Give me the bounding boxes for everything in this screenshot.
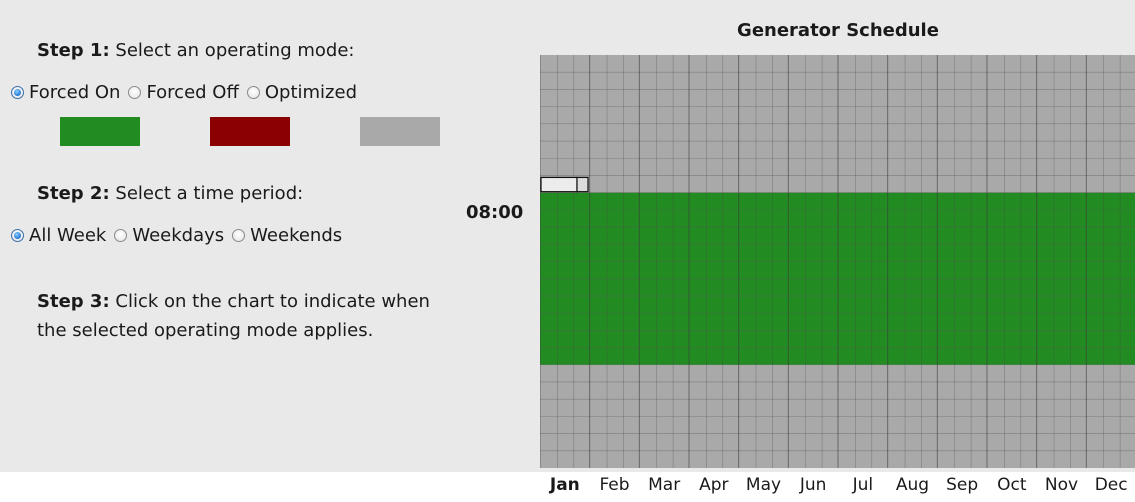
mode-forced-on-label[interactable]: Forced On — [29, 82, 120, 103]
period-radio-group: All Week Weekdays Weekends — [11, 225, 350, 246]
step2-heading: Step 2: Select a time period: — [37, 183, 303, 204]
mode-forced-off-label[interactable]: Forced Off — [146, 82, 238, 103]
mode-forced-on-radio[interactable]: Forced On — [11, 82, 120, 103]
radio-unchecked-icon[interactable] — [246, 86, 260, 99]
schedule-grid[interactable] — [540, 55, 1135, 468]
month-label-jun: Jun — [799, 475, 827, 495]
schedule-panel: Step 1: Select an operating mode: Forced… — [0, 0, 1135, 472]
radio-unchecked-icon[interactable] — [128, 86, 142, 99]
step2-text: Select a time period: — [115, 183, 304, 204]
radio-unchecked-icon[interactable] — [114, 229, 128, 242]
period-weekdays-label[interactable]: Weekdays — [132, 225, 224, 246]
period-all-week-label[interactable]: All Week — [29, 225, 106, 246]
period-weekends-label[interactable]: Weekends — [250, 225, 342, 246]
step1-label: Step 1: — [37, 40, 110, 61]
month-label-apr: Apr — [699, 475, 729, 495]
step1-text: Select an operating mode: — [115, 40, 355, 61]
month-axis: Jan Feb Mar Apr May Jun Jul Aug Sep Oct Nov Dec — [540, 475, 1135, 500]
month-label-jul: Jul — [852, 475, 874, 495]
step3-label: Step 3: — [37, 291, 110, 312]
month-label-oct: Oct — [997, 475, 1027, 495]
step3-instructions: Step 3: Click on the chart to indicate w… — [37, 287, 437, 345]
chart-title: Generator Schedule — [737, 20, 939, 41]
mode-optimized-radio[interactable]: Optimized — [246, 82, 357, 103]
month-label-mar: Mar — [648, 475, 681, 495]
month-label-dec: Dec — [1094, 475, 1128, 495]
period-all-week-radio[interactable]: All Week — [11, 225, 106, 246]
mode-forced-off-radio[interactable]: Forced Off — [128, 82, 239, 103]
schedule-chart[interactable] — [540, 55, 1135, 468]
mode-optimized-label[interactable]: Optimized — [265, 82, 357, 103]
hover-cell-cursor-end[interactable] — [576, 176, 589, 193]
radio-checked-icon[interactable] — [11, 86, 24, 99]
optimized-color-swatch — [360, 117, 440, 146]
month-label-may: May — [745, 475, 782, 495]
step2-label: Step 2: — [37, 183, 110, 204]
forced-off-color-swatch — [210, 117, 290, 146]
forced-on-color-swatch — [60, 117, 140, 146]
radio-unchecked-icon[interactable] — [232, 229, 246, 242]
mode-radio-group: Forced On Forced Off Optimized — [11, 82, 365, 103]
month-label-aug: Aug — [895, 475, 930, 495]
radio-checked-icon[interactable] — [11, 229, 24, 242]
month-label-sep: Sep — [946, 475, 979, 495]
period-weekdays-radio[interactable]: Weekdays — [114, 225, 224, 246]
period-weekends-radio[interactable]: Weekends — [232, 225, 342, 246]
month-label-feb: Feb — [599, 475, 630, 495]
step1-heading: Step 1: Select an operating mode: — [37, 40, 354, 61]
hover-cell-cursor[interactable] — [540, 176, 578, 193]
month-label-nov: Nov — [1044, 475, 1079, 495]
month-label-jan: Jan — [549, 475, 580, 495]
hover-time-label: 08:00 — [466, 202, 524, 223]
